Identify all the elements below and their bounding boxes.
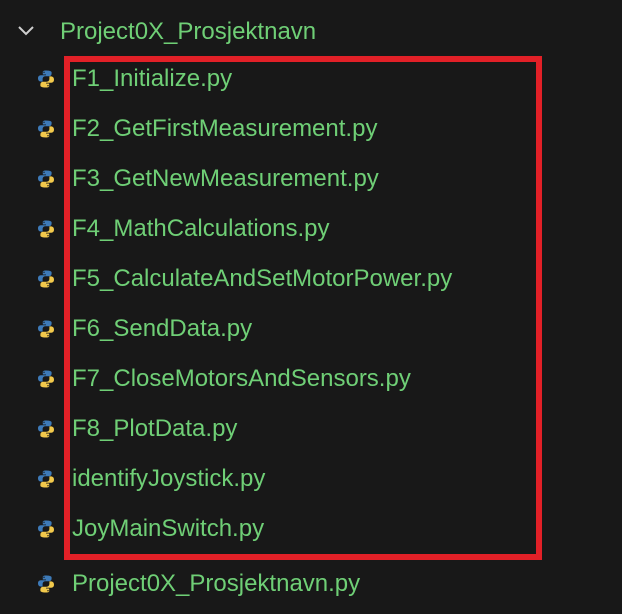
file-name[interactable]: F7_CloseMotorsAndSensors.py <box>72 366 411 392</box>
file-item[interactable]: identifyJoystick.py <box>0 455 622 505</box>
file-item[interactable]: F1_Initialize.py <box>0 55 622 105</box>
file-name[interactable]: F4_MathCalculations.py <box>72 216 329 242</box>
chevron-down-icon[interactable] <box>16 22 36 38</box>
file-name[interactable]: F1_Initialize.py <box>72 66 232 92</box>
file-item[interactable]: F2_GetFirstMeasurement.py <box>0 105 622 155</box>
file-item[interactable]: Project0X_Prosjektnavn.py <box>0 560 622 610</box>
python-icon <box>36 69 56 89</box>
python-icon <box>36 574 56 594</box>
file-name[interactable]: F2_GetFirstMeasurement.py <box>72 116 377 142</box>
python-icon <box>36 169 56 189</box>
python-icon <box>36 319 56 339</box>
file-item[interactable]: F5_CalculateAndSetMotorPower.py <box>0 255 622 305</box>
file-item[interactable]: F3_GetNewMeasurement.py <box>0 155 622 205</box>
file-name[interactable]: F5_CalculateAndSetMotorPower.py <box>72 266 452 292</box>
file-name[interactable]: JoyMainSwitch.py <box>72 516 264 542</box>
folder-name[interactable]: Project0X_Prosjektnavn <box>60 20 316 44</box>
python-icon <box>36 519 56 539</box>
python-icon <box>36 269 56 289</box>
python-icon <box>36 219 56 239</box>
file-item[interactable]: F8_PlotData.py <box>0 405 622 455</box>
file-name[interactable]: F6_SendData.py <box>72 316 252 342</box>
python-icon <box>36 469 56 489</box>
file-name[interactable]: identifyJoystick.py <box>72 466 265 492</box>
file-item[interactable]: F7_CloseMotorsAndSensors.py <box>0 355 622 405</box>
python-icon <box>36 369 56 389</box>
file-name[interactable]: F8_PlotData.py <box>72 416 237 442</box>
file-name[interactable]: F3_GetNewMeasurement.py <box>72 166 379 192</box>
file-item[interactable]: JoyMainSwitch.py <box>0 505 622 555</box>
file-item[interactable]: F6_SendData.py <box>0 305 622 355</box>
file-item[interactable]: F4_MathCalculations.py <box>0 205 622 255</box>
file-explorer: Project0X_Prosjektnavn F1_Initialize.py … <box>0 0 622 614</box>
python-icon <box>36 119 56 139</box>
file-name[interactable]: Project0X_Prosjektnavn.py <box>72 571 360 597</box>
python-icon <box>36 419 56 439</box>
